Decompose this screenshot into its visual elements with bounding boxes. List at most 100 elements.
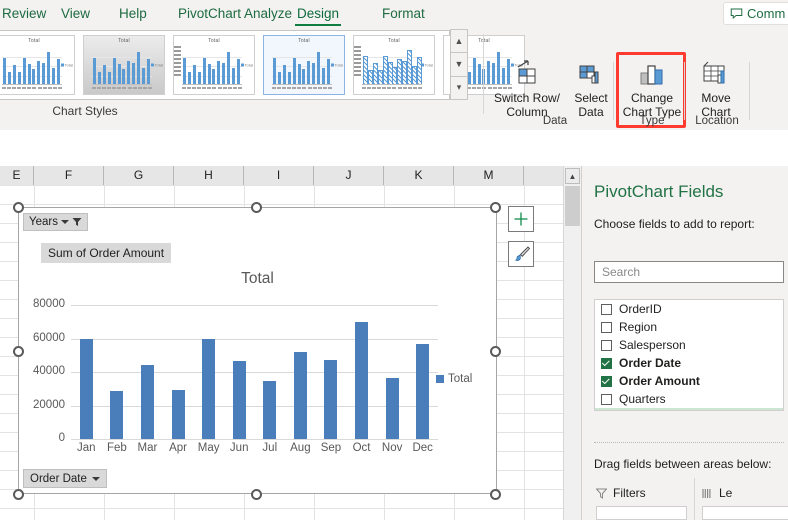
tab-view-label: View	[61, 6, 90, 21]
move-chart-button[interactable]: Move Chart	[688, 58, 744, 120]
chart-bar[interactable]	[202, 339, 215, 440]
area-legend-label: Le	[719, 486, 732, 500]
chart-styles-button[interactable]	[508, 241, 534, 267]
pivotchart-object[interactable]: Years Sum of Order Amount Total 02000040…	[18, 207, 497, 494]
years-filter-button[interactable]: Years	[23, 213, 88, 231]
column-header-m[interactable]: M	[454, 166, 524, 185]
gallery-scroll-down-button[interactable]: ▼	[450, 52, 468, 76]
column-header-k[interactable]: K	[384, 166, 454, 185]
chart-bar[interactable]	[141, 365, 154, 439]
field-list-item[interactable]: Order Amount	[595, 372, 783, 390]
chart-style-thumbnail[interactable]: TotalTotal	[83, 35, 165, 95]
thumbnail-x-labels	[92, 87, 152, 92]
resize-handle-bottom-center[interactable]	[251, 489, 262, 500]
thumbnail-x-labels	[272, 87, 332, 92]
chart-bar[interactable]	[416, 344, 429, 439]
thumbnail-legend: Total	[331, 63, 343, 68]
column-header-e[interactable]: E	[0, 166, 34, 185]
legend-dropzone[interactable]	[702, 506, 788, 520]
column-header-h[interactable]: H	[174, 166, 244, 185]
field-list-item[interactable]: Quarters	[595, 390, 783, 408]
field-list-item-label: Region	[619, 320, 657, 334]
y-axis-tick-label: 20000	[21, 399, 65, 411]
tab-pivotchart-analyze[interactable]: PivotChart Analyze	[176, 0, 294, 28]
chart-style-thumbnail[interactable]: TotalTotal	[263, 35, 345, 95]
thumbnail-gridline	[362, 57, 422, 58]
field-search-input[interactable]: Search	[594, 261, 784, 283]
x-axis-tick-label: Aug	[285, 442, 315, 454]
thumbnail-bar	[23, 58, 26, 85]
field-list-item[interactable]: Salesperson	[595, 336, 783, 354]
chart-bar[interactable]	[233, 361, 246, 439]
chart-elements-button[interactable]	[508, 206, 534, 232]
checkbox-checked-icon[interactable]	[601, 358, 612, 369]
resize-handle-top-left[interactable]	[13, 202, 24, 213]
chart-bar[interactable]	[172, 390, 185, 439]
field-list-item[interactable]: Order Date	[595, 354, 783, 372]
pivotchart-fields-pane: PivotChart Fields Choose fields to add t…	[581, 166, 788, 520]
chart-style-thumbnail[interactable]: TotalTotal	[353, 35, 435, 95]
order-date-field-button[interactable]: Order Date	[23, 469, 107, 488]
thumbnail-bar	[288, 72, 291, 85]
chart-bar[interactable]	[263, 381, 276, 439]
tab-design[interactable]: Design	[295, 0, 341, 28]
gallery-more-button[interactable]: ▾	[450, 76, 468, 100]
thumbnail-bar	[283, 65, 286, 85]
pivotchart-fields-title: PivotChart Fields	[594, 182, 723, 202]
scrollbar-thumb[interactable]	[565, 186, 580, 226]
checkbox-icon[interactable]	[601, 304, 612, 315]
resize-handle-top-right[interactable]	[490, 202, 501, 213]
thumbnail-bar	[103, 65, 106, 85]
thumbnail-legend: Total	[421, 63, 433, 68]
resize-handle-middle-right[interactable]	[490, 346, 501, 357]
x-axis-tick-label: Dec	[408, 442, 438, 454]
field-list-item[interactable]: Years	[595, 408, 783, 411]
column-header-i[interactable]: I	[244, 166, 314, 185]
checkbox-icon[interactable]	[601, 340, 612, 351]
chevron-down-icon	[92, 477, 100, 481]
chart-style-thumbnail[interactable]: TotalTotal	[173, 35, 255, 95]
resize-handle-bottom-left[interactable]	[13, 489, 24, 500]
chart-bar[interactable]	[355, 322, 368, 439]
thumbnail-gridline	[92, 66, 152, 67]
thumbnail-bar	[193, 65, 196, 85]
chart-bar[interactable]	[110, 391, 123, 439]
thumbnail-bar	[487, 61, 490, 85]
field-list-item[interactable]: Region	[595, 318, 783, 336]
chart-bar[interactable]	[386, 378, 399, 439]
filters-dropzone[interactable]	[596, 506, 687, 520]
resize-handle-bottom-right[interactable]	[490, 489, 501, 500]
column-header-j[interactable]: J	[314, 166, 384, 185]
column-header-f[interactable]: F	[34, 166, 104, 185]
switch-row-column-button[interactable]: Switch Row/ Column	[492, 58, 562, 120]
tab-view[interactable]: View	[59, 0, 92, 28]
chart-style-thumbnail[interactable]: TotalTotal	[0, 35, 75, 95]
chart-styles-scroll-controls: ▲ ▼ ▾	[450, 30, 468, 100]
checkbox-checked-icon[interactable]	[601, 376, 612, 387]
chart-title: Total	[19, 270, 496, 288]
choose-fields-label: Choose fields to add to report:	[594, 217, 755, 231]
gallery-scroll-up-button[interactable]: ▲	[450, 29, 468, 53]
checkbox-icon[interactable]	[601, 322, 612, 333]
chart-bar[interactable]	[294, 352, 307, 439]
chart-styles-gallery[interactable]: TotalTotalTotalTotalTotalTotalTotalTotal…	[0, 30, 450, 100]
checkbox-icon[interactable]	[601, 394, 612, 405]
field-list-item[interactable]: OrderID	[595, 300, 783, 318]
tab-format[interactable]: Format	[380, 0, 427, 28]
column-header-g[interactable]: G	[104, 166, 174, 185]
resize-handle-middle-left[interactable]	[13, 346, 24, 357]
thumbnail-gridline	[92, 57, 152, 58]
chart-bar[interactable]	[80, 339, 93, 440]
chart-bar[interactable]	[324, 360, 337, 439]
comments-button[interactable]: Comm	[723, 2, 788, 25]
scroll-up-arrow-icon[interactable]: ▲	[565, 168, 580, 184]
thumbnail-bar	[93, 58, 96, 85]
thumbnail-bar	[142, 68, 145, 85]
change-chart-type-button[interactable]: Change Chart Type	[622, 58, 682, 120]
resize-handle-top-center[interactable]	[251, 202, 262, 213]
vertical-scrollbar[interactable]: ▲	[563, 166, 581, 520]
select-data-button[interactable]: Select Data	[565, 58, 617, 120]
tab-help[interactable]: Help	[117, 0, 149, 28]
field-list[interactable]: OrderID Region SalespersonOrder DateOrder …	[594, 299, 784, 411]
tab-review[interactable]: Review	[0, 0, 48, 28]
